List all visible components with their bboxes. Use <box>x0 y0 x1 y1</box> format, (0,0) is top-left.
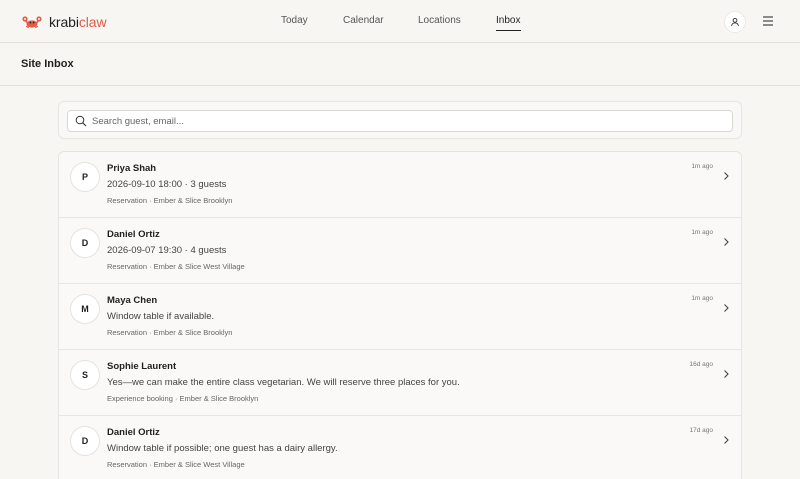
guest-name: Daniel Ortiz <box>107 427 160 438</box>
nav-locations[interactable]: Locations <box>418 15 461 31</box>
search-box[interactable] <box>67 110 733 132</box>
hamburger-menu-icon <box>763 16 773 26</box>
chevron-right-icon <box>724 172 729 180</box>
guest-avatar: D <box>70 426 100 456</box>
message-meta: Reservation · Ember & Slice Brooklyn <box>107 196 233 205</box>
message-row[interactable]: M Maya Chen Window table if available. R… <box>59 284 741 350</box>
crab-logo-icon <box>22 16 42 29</box>
guest-avatar: D <box>70 228 100 258</box>
message-row[interactable]: D Daniel Ortiz 2026-09-07 19:30 · 4 gues… <box>59 218 741 284</box>
nav-inbox[interactable]: Inbox <box>496 15 522 31</box>
guest-avatar: M <box>70 294 100 324</box>
message-preview: 2026-09-10 18:00 · 3 guests <box>107 179 227 190</box>
message-meta: Experience booking · Ember & Slice Brook… <box>107 394 259 403</box>
chevron-right-icon <box>724 304 729 312</box>
message-time: 17d ago <box>689 427 714 434</box>
message-row[interactable]: P Priya Shah 2026-09-10 18:00 · 3 guests… <box>59 152 741 218</box>
active-tab-underline <box>496 30 522 31</box>
guest-name: Maya Chen <box>107 295 158 306</box>
guest-avatar: P <box>70 162 100 192</box>
message-list: P Priya Shah 2026-09-10 18:00 · 3 guests… <box>58 151 742 479</box>
search-card <box>58 101 742 139</box>
account-button[interactable] <box>724 11 746 33</box>
nav-today-label: Today <box>281 15 308 26</box>
menu-button[interactable] <box>761 14 775 28</box>
page-title: Site Inbox <box>21 58 74 70</box>
message-time: 1m ago <box>691 295 713 302</box>
chevron-right-icon <box>724 238 729 246</box>
page-header: Site Inbox <box>0 43 800 86</box>
message-meta: Reservation · Ember & Slice West Village <box>107 262 245 271</box>
message-preview: Window table if available. <box>107 311 215 322</box>
brand-name: krabiclaw <box>49 14 107 30</box>
message-preview: Window table if possible; one guest has … <box>107 443 338 454</box>
top-navigation-bar: krabiclaw Today Calendar Locations Inbox <box>0 0 800 43</box>
nav-inbox-label: Inbox <box>496 15 521 26</box>
search-input[interactable] <box>92 115 712 127</box>
brand-name-part1: krabi <box>49 14 79 30</box>
guest-name: Daniel Ortiz <box>107 229 160 240</box>
brand-name-part2: claw <box>78 14 107 30</box>
message-row[interactable]: S Sophie Laurent Yes—we can make the ent… <box>59 350 741 416</box>
message-preview: 2026-09-07 19:30 · 4 guests <box>107 245 227 256</box>
search-icon <box>75 115 87 127</box>
message-row[interactable]: D Daniel Ortiz Window table if possible;… <box>59 416 741 479</box>
message-preview: Yes—we can make the entire class vegetar… <box>107 377 460 388</box>
guest-avatar: S <box>70 360 100 390</box>
brand-logo[interactable]: krabiclaw <box>21 12 107 32</box>
message-meta: Reservation · Ember & Slice Brooklyn <box>107 328 233 337</box>
message-time: 16d ago <box>689 361 714 368</box>
guest-name: Priya Shah <box>107 163 157 174</box>
nav-calendar[interactable]: Calendar <box>343 15 384 31</box>
chevron-right-icon <box>724 370 729 378</box>
guest-name: Sophie Laurent <box>107 361 177 372</box>
chevron-right-icon <box>724 436 729 444</box>
message-time: 1m ago <box>691 163 713 170</box>
user-icon <box>731 17 739 27</box>
message-meta: Reservation · Ember & Slice West Village <box>107 460 245 469</box>
nav-calendar-label: Calendar <box>343 15 384 26</box>
nav-locations-label: Locations <box>418 15 461 26</box>
nav-today[interactable]: Today <box>281 15 308 31</box>
message-time: 1m ago <box>691 229 713 236</box>
